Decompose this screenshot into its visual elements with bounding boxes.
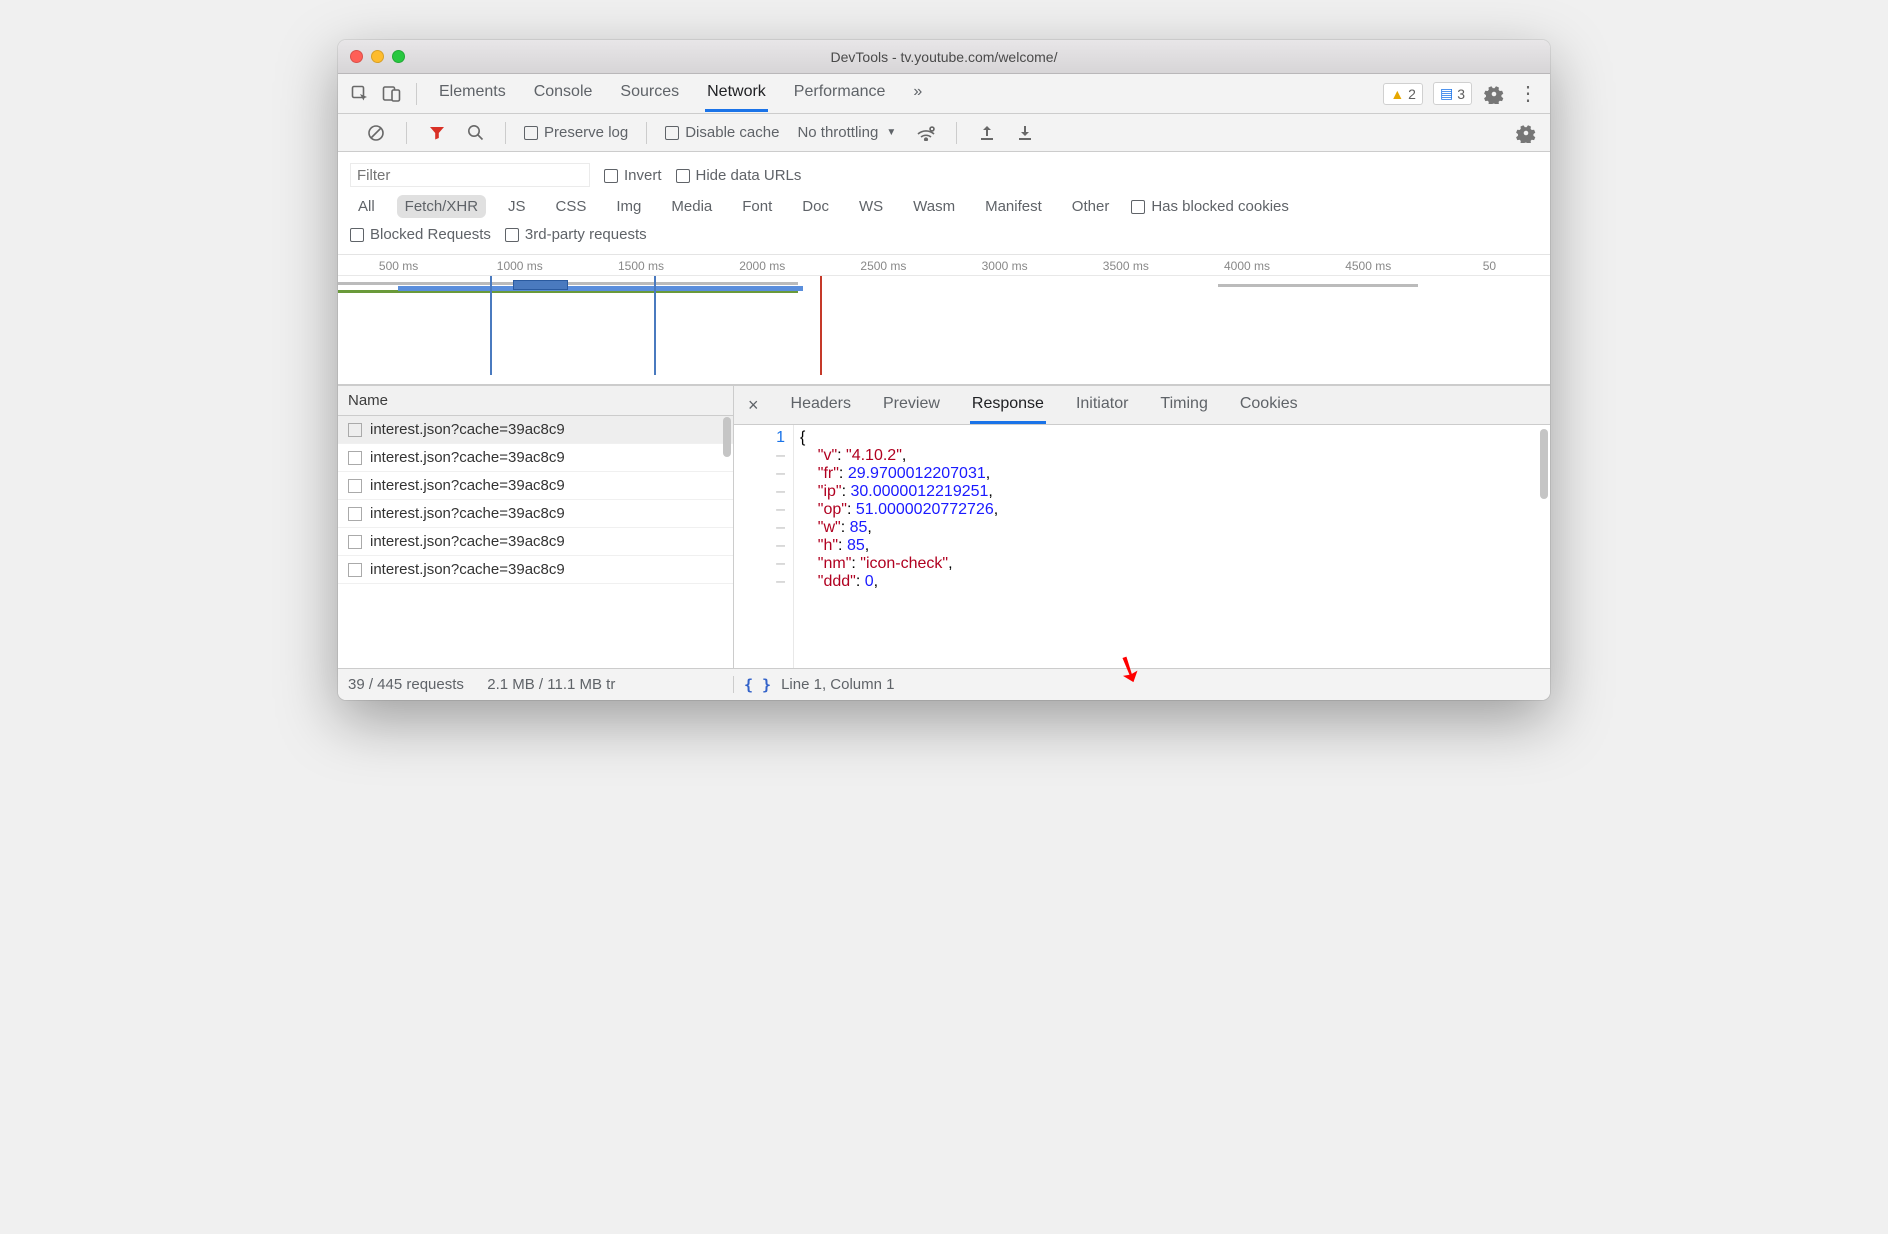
settings-gear-icon[interactable] <box>1482 82 1506 106</box>
filter-type-other[interactable]: Other <box>1064 195 1118 218</box>
tab-network[interactable]: Network <box>705 75 768 112</box>
traffic-lights <box>350 50 405 63</box>
search-icon[interactable] <box>463 121 487 145</box>
file-icon <box>348 507 362 521</box>
tab-sources[interactable]: Sources <box>618 75 681 112</box>
scrollbar-thumb[interactable] <box>723 417 731 457</box>
filter-type-manifest[interactable]: Manifest <box>977 195 1050 218</box>
file-icon <box>348 451 362 465</box>
detail-tab-timing[interactable]: Timing <box>1158 387 1209 424</box>
request-row[interactable]: interest.json?cache=39ac8c9 <box>338 500 733 528</box>
import-har-icon[interactable] <box>975 121 999 145</box>
request-row[interactable]: interest.json?cache=39ac8c9 <box>338 444 733 472</box>
titlebar: DevTools - tv.youtube.com/welcome/ <box>338 40 1550 74</box>
hide-data-urls-checkbox[interactable]: Hide data URLs <box>676 167 802 184</box>
marker-line <box>654 276 656 375</box>
close-detail-icon[interactable]: × <box>748 395 759 416</box>
zoom-window-button[interactable] <box>392 50 405 63</box>
filter-type-media[interactable]: Media <box>663 195 720 218</box>
detail-tab-response[interactable]: Response <box>970 387 1046 424</box>
request-row[interactable]: interest.json?cache=39ac8c9 <box>338 416 733 444</box>
inspect-element-icon[interactable] <box>348 82 372 106</box>
request-list[interactable]: interest.json?cache=39ac8c9 interest.jso… <box>338 416 733 668</box>
tab-elements[interactable]: Elements <box>437 75 508 112</box>
request-row[interactable]: interest.json?cache=39ac8c9 <box>338 528 733 556</box>
minimize-window-button[interactable] <box>371 50 384 63</box>
filter-type-font[interactable]: Font <box>734 195 780 218</box>
timeline-bar <box>1218 284 1418 287</box>
timeline-body <box>338 275 1550 375</box>
filter-type-css[interactable]: CSS <box>548 195 595 218</box>
third-party-checkbox[interactable]: 3rd-party requests <box>505 226 647 243</box>
panel-tabs: Elements Console Sources Network Perform… <box>437 75 1375 112</box>
line-gutter: 1–––––––– <box>734 425 794 668</box>
close-window-button[interactable] <box>350 50 363 63</box>
request-row[interactable]: interest.json?cache=39ac8c9 <box>338 472 733 500</box>
filter-type-wasm[interactable]: Wasm <box>905 195 963 218</box>
issues-info-badge[interactable]: ▤3 <box>1433 82 1472 105</box>
detail-tab-preview[interactable]: Preview <box>881 387 942 424</box>
status-bar: 39 / 445 requests 2.1 MB / 11.1 MB tr ➘ … <box>338 668 1550 700</box>
detail-tab-initiator[interactable]: Initiator <box>1074 387 1130 424</box>
throttling-select[interactable]: No throttling▼ <box>793 122 900 143</box>
more-tabs-button[interactable]: » <box>911 75 924 112</box>
tab-console[interactable]: Console <box>532 75 595 112</box>
detail-tab-cookies[interactable]: Cookies <box>1238 387 1300 424</box>
filter-type-ws[interactable]: WS <box>851 195 891 218</box>
timeline-bar <box>398 286 803 291</box>
window-title: DevTools - tv.youtube.com/welcome/ <box>338 49 1550 65</box>
timeline-overview[interactable]: 500 ms 1000 ms 1500 ms 2000 ms 2500 ms 3… <box>338 255 1550 385</box>
filter-type-doc[interactable]: Doc <box>794 195 837 218</box>
detail-tab-headers[interactable]: Headers <box>789 387 853 424</box>
main-toolbar: Elements Console Sources Network Perform… <box>338 74 1550 114</box>
timeline-ticks: 500 ms 1000 ms 1500 ms 2000 ms 2500 ms 3… <box>338 255 1550 275</box>
filter-type-all[interactable]: All <box>350 195 383 218</box>
timeline-bar <box>338 282 798 285</box>
tab-performance[interactable]: Performance <box>792 75 888 112</box>
file-icon <box>348 535 362 549</box>
timeline-selection[interactable] <box>513 280 568 290</box>
request-detail-pane: × Headers Preview Response Initiator Tim… <box>734 385 1550 668</box>
filter-icon[interactable] <box>425 121 449 145</box>
scrollbar-thumb[interactable] <box>1540 429 1548 499</box>
preserve-log-checkbox[interactable]: Preserve log <box>524 124 628 141</box>
detail-tabs: × Headers Preview Response Initiator Tim… <box>734 385 1550 425</box>
cursor-position: Line 1, Column 1 <box>781 676 894 693</box>
filter-type-img[interactable]: Img <box>608 195 649 218</box>
disable-cache-checkbox[interactable]: Disable cache <box>665 124 779 141</box>
request-list-pane: Name interest.json?cache=39ac8c9 interes… <box>338 385 734 668</box>
blocked-cookies-checkbox[interactable]: Has blocked cookies <box>1131 198 1289 215</box>
issues-warning-badge[interactable]: ▲2 <box>1383 83 1423 105</box>
network-main: Name interest.json?cache=39ac8c9 interes… <box>338 385 1550 668</box>
device-toggle-icon[interactable] <box>380 82 404 106</box>
request-row[interactable]: interest.json?cache=39ac8c9 <box>338 556 733 584</box>
load-event-marker <box>820 276 822 375</box>
filter-section: Invert Hide data URLs All Fetch/XHR JS C… <box>338 152 1550 255</box>
pretty-print-button[interactable]: { } <box>744 676 771 694</box>
filter-type-fetch-xhr[interactable]: Fetch/XHR <box>397 195 486 218</box>
blocked-requests-checkbox[interactable]: Blocked Requests <box>350 226 491 243</box>
dom-content-loaded-marker <box>490 276 492 375</box>
request-summary: 39 / 445 requests 2.1 MB / 11.1 MB tr <box>338 676 734 693</box>
filter-input[interactable] <box>350 163 590 187</box>
source-text: { "v": "4.10.2", "fr": 29.9700012207031,… <box>794 425 998 668</box>
clear-icon[interactable] <box>364 121 388 145</box>
name-column-header[interactable]: Name <box>338 385 733 416</box>
invert-checkbox[interactable]: Invert <box>604 167 662 184</box>
network-toolbar: Preserve log Disable cache No throttling… <box>338 114 1550 152</box>
filter-type-js[interactable]: JS <box>500 195 534 218</box>
response-body[interactable]: 1–––––––– { "v": "4.10.2", "fr": 29.9700… <box>734 425 1550 668</box>
export-har-icon[interactable] <box>1013 121 1037 145</box>
kebab-menu-icon[interactable]: ⋮ <box>1516 82 1540 106</box>
file-icon <box>348 563 362 577</box>
network-conditions-icon[interactable] <box>914 121 938 145</box>
network-settings-gear-icon[interactable] <box>1514 121 1538 145</box>
file-icon <box>348 423 362 437</box>
devtools-window: DevTools - tv.youtube.com/welcome/ Eleme… <box>338 40 1550 700</box>
file-icon <box>348 479 362 493</box>
